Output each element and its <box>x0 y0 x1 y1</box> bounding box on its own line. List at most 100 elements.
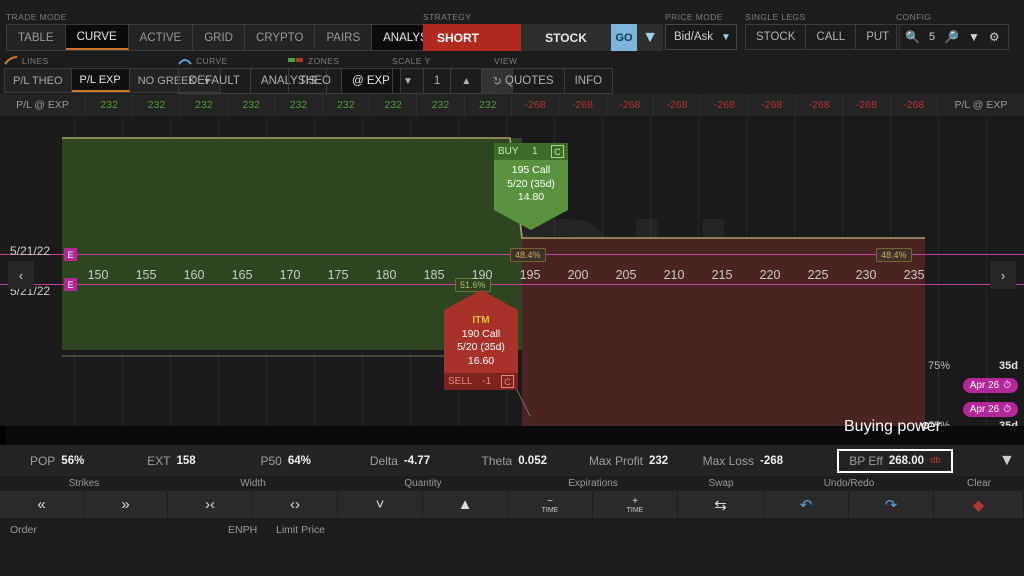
sell-marker-pointer <box>444 290 518 310</box>
btn-view-info[interactable]: INFO <box>565 69 612 93</box>
axis-tick: 180 <box>375 268 397 282</box>
scale-y-down-button[interactable]: ▼ <box>393 69 424 93</box>
chevron-up-icon: ▲ <box>461 75 472 87</box>
pl-cell: -268 <box>701 94 749 116</box>
stats-expand-button[interactable]: ▼ <box>990 452 1024 470</box>
buy-marker-header: BUY 1 C <box>494 143 568 160</box>
trade-mode-tabs: TABLE CURVE ACTIVE GRID CRYPTO PAIRS ANA… <box>6 24 451 51</box>
sell-marker-footer: SELL -1 C <box>444 373 518 390</box>
swap-button[interactable]: ⇆ <box>678 491 764 518</box>
stat-value: 0.052 <box>518 454 547 467</box>
expiry-pill-bottom[interactable]: Apr 26 ⏱ <box>962 402 1018 417</box>
strategy-type-button[interactable]: STOCK <box>521 24 611 51</box>
option-leg-marker-sell[interactable]: ITM 190 Call 5/20 (35d) 16.60 SELL -1 C <box>444 290 518 390</box>
buy-qty: 1 <box>532 146 538 157</box>
pl-cell: -268 <box>607 94 654 116</box>
expiration-plus-button[interactable]: + TIME <box>593 491 678 518</box>
stat-delta: Delta -4.77 <box>343 454 457 468</box>
zoom-out-icon[interactable]: 🔍 <box>905 30 920 44</box>
trade-mode-label: TRADE MODE <box>6 12 67 22</box>
axis-tick: 205 <box>615 268 637 282</box>
redo-button[interactable]: ↷ <box>849 491 934 518</box>
btn-leg-call[interactable]: CALL <box>806 25 857 49</box>
stat-value: -268 <box>759 454 784 467</box>
option-leg-marker-buy[interactable]: BUY 1 C 195 Call 5/20 (35d) 14.80 <box>494 143 568 230</box>
pl-cell: 232 <box>465 94 512 116</box>
order-bar: Order ENPH Limit Price -1 May 20 35d 190… <box>0 518 1024 576</box>
buy-action-label: BUY <box>498 146 519 157</box>
strategy-side-button[interactable]: SHORT <box>423 24 521 51</box>
strategy-go-button[interactable]: GO <box>611 24 637 51</box>
price-mode-dropdown[interactable]: Bid/Ask ▼ <box>665 24 737 50</box>
pl-cell: -268 <box>512 94 560 116</box>
tab-active[interactable]: ACTIVE <box>128 25 194 50</box>
btn-leg-stock[interactable]: STOCK <box>746 25 807 49</box>
tab-grid[interactable]: GRID <box>193 25 245 50</box>
order-symbol: ENPH <box>228 524 258 536</box>
width-narrow-button[interactable]: ›‹ <box>168 491 253 518</box>
minus-icon: − <box>547 495 553 507</box>
axis-tick: 225 <box>807 268 829 282</box>
btn-pl-exp[interactable]: P/L EXP <box>71 69 130 92</box>
quantity-up-button[interactable]: ▲ <box>423 491 508 518</box>
strikes-prev-button[interactable]: « <box>0 491 84 518</box>
single-legs-group: SINGLE LEGS STOCK CALL PUT <box>745 12 901 50</box>
btn-curve-default[interactable]: DEFAULT <box>179 69 251 93</box>
stat-value: 158 <box>176 454 196 467</box>
bp-eff-box[interactable]: BP Eff 268.00 db <box>837 448 953 473</box>
axis-tick: 235 <box>903 268 925 282</box>
strikes-next-button[interactable]: » <box>84 491 168 518</box>
top-toolbar: TRADE MODE TABLE CURVE ACTIVE GRID CRYPT… <box>0 0 1024 94</box>
tab-curve[interactable]: CURVE <box>65 25 129 50</box>
clear-button[interactable]: ◆ <box>934 491 1024 518</box>
view-buttons: QUOTES INFO <box>494 68 614 94</box>
stat-max-profit: Max Profit 232 <box>571 454 685 468</box>
axis-tick: 200 <box>567 268 589 282</box>
stat-key: Max Profit <box>588 453 643 468</box>
strategy-dropdown-button[interactable]: ▼ <box>637 24 663 51</box>
zoom-in-icon[interactable]: 🔎 <box>944 30 959 44</box>
bp-value: 268.00 <box>888 454 925 467</box>
axis-tick: 220 <box>759 268 781 282</box>
action-bar: Strikes Width Quantity Expirations Swap … <box>0 476 1024 518</box>
tab-pairs[interactable]: PAIRS <box>315 25 373 50</box>
sell-price: 16.60 <box>467 354 495 367</box>
plus-icon: + <box>632 495 638 507</box>
pl-cell: 232 <box>181 94 228 116</box>
pl-curve-chart[interactable]: ENPH E E 48.4% 51.6% 48.4% 5/21/22 5/21/… <box>0 116 1024 426</box>
btn-pl-theo[interactable]: P/L THEO <box>5 69 72 92</box>
expiration-minus-button[interactable]: − TIME <box>508 491 593 518</box>
pl-cell: -268 <box>796 94 844 116</box>
zones-group: ZONES THEO @ EXP <box>288 55 401 94</box>
expiry-pill-top[interactable]: Apr 26 ⏱ <box>962 378 1018 393</box>
quantity-down-button[interactable]: ˅ <box>338 491 423 518</box>
trading-analysis-window: TRADE MODE TABLE CURVE ACTIVE GRID CRYPT… <box>0 0 1024 576</box>
config-controls: 🔍 5 🔎 ▼ ⚙ <box>896 24 1009 50</box>
stat-value: 64% <box>287 454 311 467</box>
tab-crypto[interactable]: CRYPTO <box>244 25 316 50</box>
scale-y-up-button[interactable]: ▲ <box>451 69 483 93</box>
axis-tick: 230 <box>855 268 877 282</box>
date-label-top: 5/21/22 <box>10 244 51 258</box>
price-mode-group: PRICE MODE Bid/Ask ▼ <box>665 12 737 50</box>
axis-scroll-left-button[interactable]: ‹ <box>8 261 34 289</box>
curve-label: CURVE <box>196 55 228 66</box>
undo-button[interactable]: ↶ <box>764 491 849 518</box>
width-widen-button[interactable]: ‹› <box>253 491 338 518</box>
lines-label: LINES <box>22 55 49 66</box>
stat-key: Max Loss <box>702 453 754 468</box>
sell-moneyness-badge: ITM <box>472 315 490 326</box>
btn-zone-theo[interactable]: THEO <box>289 69 342 93</box>
label-width: Width <box>240 478 266 489</box>
label-swap: Swap <box>708 478 734 489</box>
tab-table[interactable]: TABLE <box>7 25 66 50</box>
gear-icon[interactable]: ⚙ <box>989 30 1000 44</box>
pl-cell: 232 <box>86 94 134 116</box>
pl-cell: -268 <box>654 94 702 116</box>
label-strikes: Strikes <box>68 478 100 489</box>
btn-leg-put[interactable]: PUT <box>856 25 899 49</box>
btn-view-quotes[interactable]: QUOTES <box>495 69 565 93</box>
single-legs-buttons: STOCK CALL PUT <box>745 24 901 50</box>
filter-icon[interactable]: ▼ <box>968 30 980 44</box>
stat-value: 232 <box>648 454 669 467</box>
